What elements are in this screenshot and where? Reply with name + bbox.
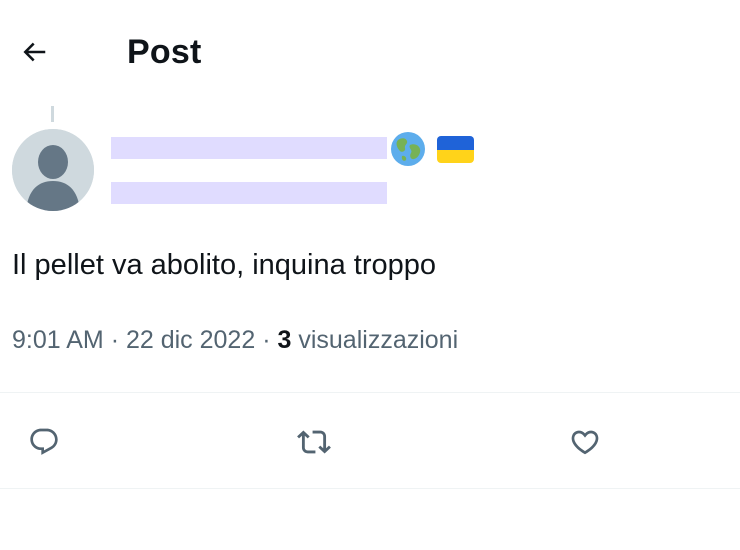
reply-icon [30,428,58,455]
repost-button[interactable] [292,420,336,464]
post-time[interactable]: 9:01 AM [12,326,104,354]
thread-connector-line [51,106,54,122]
meta-separator: · [262,326,271,354]
like-button[interactable] [563,420,607,464]
author-name-redacted[interactable] [111,137,387,159]
views-label: visualizzazioni [298,326,459,354]
author-handle-redacted[interactable] [111,182,387,204]
arrow-left-icon [23,42,46,62]
heart-icon [571,430,599,455]
default-avatar-icon [12,129,94,211]
back-button[interactable] [10,30,58,74]
retweet-icon [297,430,331,454]
divider [0,488,740,489]
avatar[interactable] [12,129,94,211]
views-count: 3 [277,326,292,354]
post-text: Il pellet va abolito, inquina troppo [12,249,437,281]
reply-button[interactable] [22,420,66,464]
page-title: Post [127,33,202,71]
post-date[interactable]: 22 dic 2022 [126,326,255,354]
post-header: Post [0,0,740,100]
globe-emoji-icon [390,131,426,167]
divider [0,392,740,393]
ukraine-flag-icon [437,136,474,163]
post-meta: 9:01 AM · 22 dic 2022 · 3 visualizzazion… [12,324,458,356]
meta-separator: · [110,326,120,354]
